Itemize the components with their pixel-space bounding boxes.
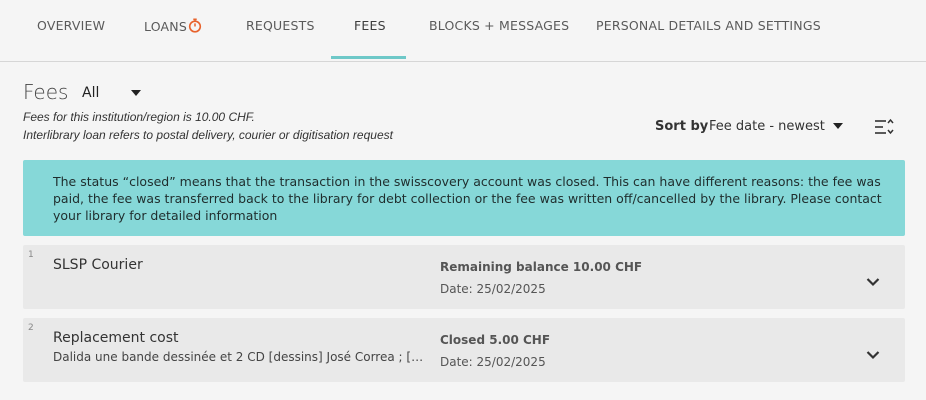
fee-date: Date: 25/02/2025 (440, 282, 546, 296)
fee-title: Replacement cost (53, 330, 179, 346)
fee-title: SLSP Courier (53, 257, 143, 273)
fees-note-interlibrary: Interlibrary loan refers to postal deliv… (23, 128, 393, 142)
fee-row[interactable]: 1 SLSP Courier Remaining balance 10.00 C… (23, 245, 905, 309)
closed-status-info-banner: The status “closed” means that the trans… (23, 160, 905, 236)
tab-blocks-messages[interactable]: BLOCKS + MESSAGES (429, 18, 569, 38)
tab-loans[interactable]: LOANS (144, 18, 202, 38)
expand-chevron-icon[interactable] (866, 272, 880, 291)
row-index: 2 (28, 323, 34, 333)
page-title: Fees (23, 80, 69, 104)
fee-row[interactable]: 2 Replacement cost Dalida une bande dess… (23, 318, 905, 382)
row-index: 1 (28, 250, 34, 260)
chevron-down-icon[interactable] (131, 90, 141, 96)
stopwatch-icon (188, 18, 202, 36)
sort-chevron-down-icon[interactable] (833, 123, 843, 129)
sort-select[interactable]: Fee date - newest (709, 119, 825, 134)
fee-item-description: Dalida une bande dessinée et 2 CD [dessi… (53, 350, 429, 364)
sort-order-icon[interactable] (873, 117, 895, 141)
fee-status: Remaining balance 10.00 CHF (440, 260, 643, 274)
tab-bar: OVERVIEW LOANS REQUESTS FEES BLOCKS + ME… (0, 0, 926, 62)
fee-date: Date: 25/02/2025 (440, 355, 546, 369)
tab-fees[interactable]: FEES (354, 18, 386, 38)
sort-label: Sort by (655, 119, 709, 134)
fees-note-limit: Fees for this institution/region is 10.0… (23, 110, 255, 124)
expand-chevron-icon[interactable] (866, 345, 880, 364)
fee-filter-select[interactable]: All (82, 85, 99, 101)
tab-loans-label: LOANS (144, 19, 187, 34)
tab-requests[interactable]: REQUESTS (246, 18, 315, 38)
active-tab-indicator (331, 56, 406, 59)
tab-personal-details-settings[interactable]: PERSONAL DETAILS AND SETTINGS (596, 18, 821, 38)
tab-overview[interactable]: OVERVIEW (37, 18, 105, 38)
banner-text: The status “closed” means that the trans… (53, 174, 882, 223)
fee-status: Closed 5.00 CHF (440, 333, 551, 347)
